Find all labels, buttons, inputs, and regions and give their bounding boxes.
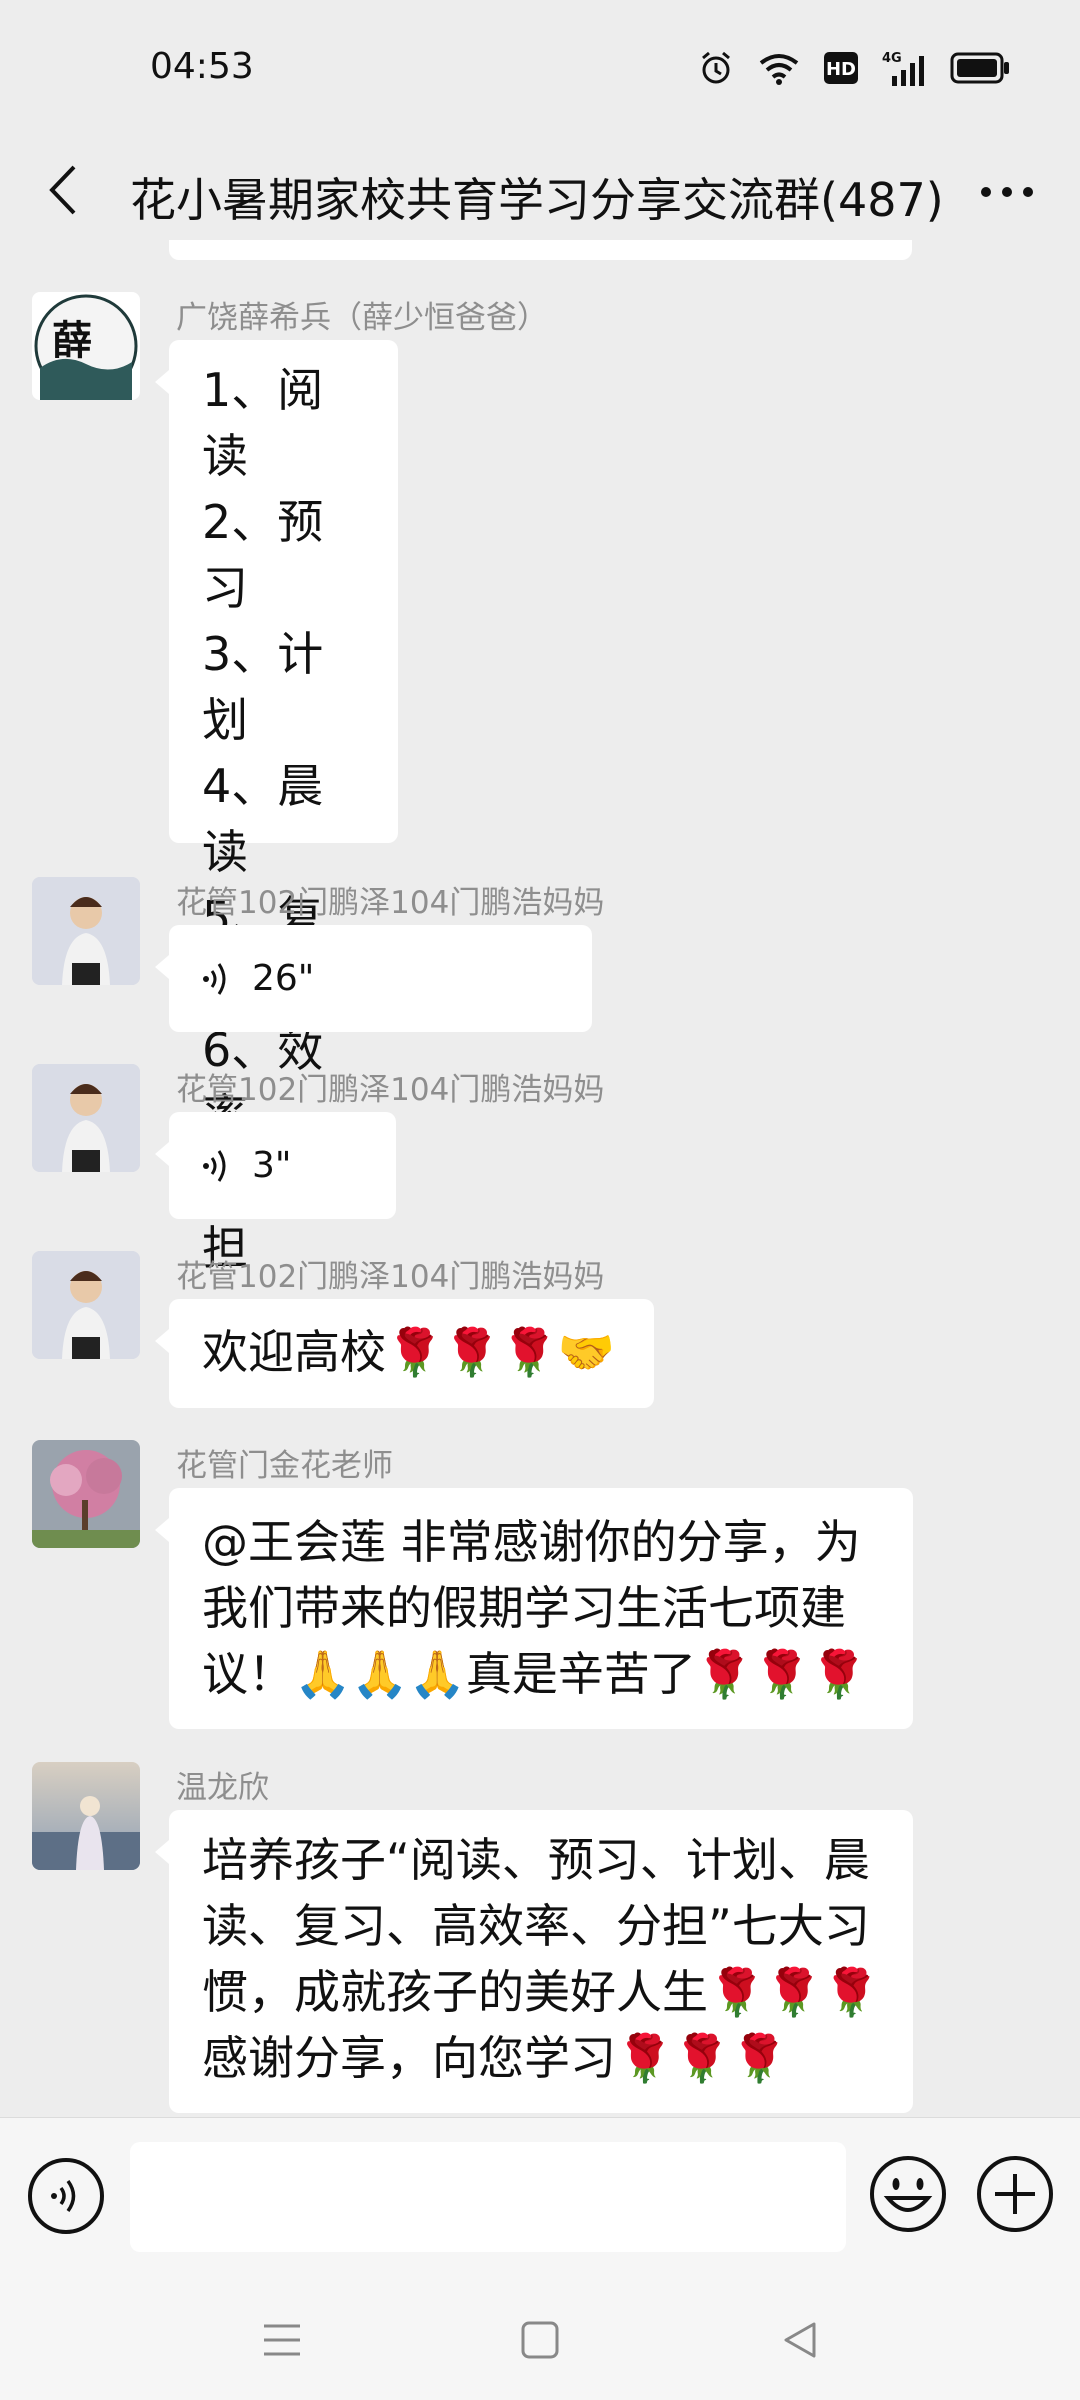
voice-wave-icon <box>202 1146 232 1186</box>
avatar[interactable] <box>32 1251 140 1359</box>
sender-name: 花管102门鹏泽104门鹏浩妈妈 <box>176 1259 605 1295</box>
previous-message-bubble[interactable] <box>169 240 912 260</box>
avatar-character: 薛 <box>52 317 92 364</box>
chat-area[interactable]: 薛 广饶薛希兵（薛少恒爸爸） 1、阅读 2、预习 3、计划 4、晨读 5、复习 … <box>0 240 1080 2117</box>
more-button[interactable] <box>962 152 1052 232</box>
message-line: 1、阅读 <box>202 363 324 483</box>
message-line: 议！🙏🙏🙏真是辛苦了🌹🌹🌹 <box>202 1647 868 1701</box>
network-label: 4G <box>882 51 902 66</box>
voice-duration: 26" <box>252 957 315 999</box>
plus-button[interactable] <box>975 2154 1055 2234</box>
voice-message-bubble[interactable]: 3" <box>155 1112 396 1219</box>
back-button[interactable] <box>28 148 100 232</box>
message-input[interactable] <box>130 2142 846 2252</box>
message-line: 我们带来的假期学习生活七项建 <box>202 1581 846 1635</box>
message-bubble[interactable]: @王会莲 非常感谢你的分享，为 我们带来的假期学习生活七项建 议！🙏🙏🙏真是辛苦… <box>155 1488 913 1729</box>
wifi-icon <box>758 51 800 85</box>
message-line: 2、预习 <box>202 495 324 615</box>
message-line: 感谢分享，向您学习🌹🌹🌹 <box>202 2031 788 2085</box>
sender-name: 花管102门鹏泽104门鹏浩妈妈 <box>176 885 605 921</box>
signal-4g-icon: 4G <box>882 50 926 86</box>
status-bar: 04:53 HD 4G <box>0 0 1080 140</box>
chat-title: 花小暑期家校共育学习分享交流群(487) <box>130 173 944 227</box>
avatar[interactable] <box>32 877 140 985</box>
message-line: 3、计划 <box>202 627 324 747</box>
avatar[interactable]: 薛 <box>32 292 140 400</box>
sender-name: 花管门金花老师 <box>176 1448 393 1484</box>
sender-name: 花管102门鹏泽104门鹏浩妈妈 <box>176 1072 605 1108</box>
voice-message-bubble[interactable]: 26" <box>155 925 592 1032</box>
message-bubble[interactable]: 欢迎高校🌹🌹🌹🤝 <box>155 1299 654 1408</box>
system-nav-bar <box>0 2280 1080 2400</box>
status-time: 04:53 <box>150 46 254 87</box>
sender-name: 广饶薛希兵（薛少恒爸爸） <box>176 300 548 336</box>
emoji-button[interactable] <box>868 2154 948 2234</box>
back-triangle-icon <box>784 2322 816 2358</box>
message-line: 4、晨读 <box>202 759 324 879</box>
more-icon <box>981 187 1033 197</box>
battery-icon <box>950 52 1010 84</box>
input-bar <box>0 2117 1080 2281</box>
voice-wave-icon <box>202 959 232 999</box>
avatar[interactable] <box>32 1440 140 1548</box>
message-line: 培养孩子“阅读、预习、计划、晨 <box>202 1833 870 1887</box>
avatar[interactable] <box>32 1762 140 1870</box>
voice-duration: 3" <box>252 1144 292 1186</box>
emoji-icon <box>870 2156 946 2232</box>
voice-toggle-icon <box>28 2158 104 2234</box>
hd-icon: HD <box>824 52 858 84</box>
message-line: @王会莲 非常感谢你的分享，为 <box>202 1515 861 1569</box>
back-nav-button[interactable] <box>770 2310 830 2370</box>
hd-label: HD <box>826 59 856 80</box>
alarm-icon <box>698 50 734 86</box>
menu-button[interactable] <box>252 2310 312 2370</box>
home-icon <box>521 2321 559 2359</box>
menu-icon <box>264 2324 300 2356</box>
sender-name: 温龙欣 <box>176 1770 269 1806</box>
message-bubble[interactable]: 1、阅读 2、预习 3、计划 4、晨读 5、复习 6、效率 7、分担 <box>155 340 398 1275</box>
message-text: 欢迎高校🌹🌹🌹🤝 <box>202 1325 616 1379</box>
voice-toggle-button[interactable] <box>26 2156 106 2236</box>
status-icons: HD 4G <box>698 50 1010 86</box>
message-line: 读、复习、高效率、分担”七大习 <box>202 1899 870 1953</box>
plus-icon <box>977 2156 1053 2232</box>
chat-header: 花小暑期家校共育学习分享交流群(487) <box>0 140 1080 240</box>
avatar[interactable] <box>32 1064 140 1172</box>
home-button[interactable] <box>510 2310 570 2370</box>
message-bubble[interactable]: 培养孩子“阅读、预习、计划、晨 读、复习、高效率、分担”七大习 惯，成就孩子的美… <box>155 1810 913 2113</box>
chevron-left-icon <box>49 165 76 215</box>
message-line: 惯，成就孩子的美好人生🌹🌹🌹 <box>202 1965 880 2019</box>
